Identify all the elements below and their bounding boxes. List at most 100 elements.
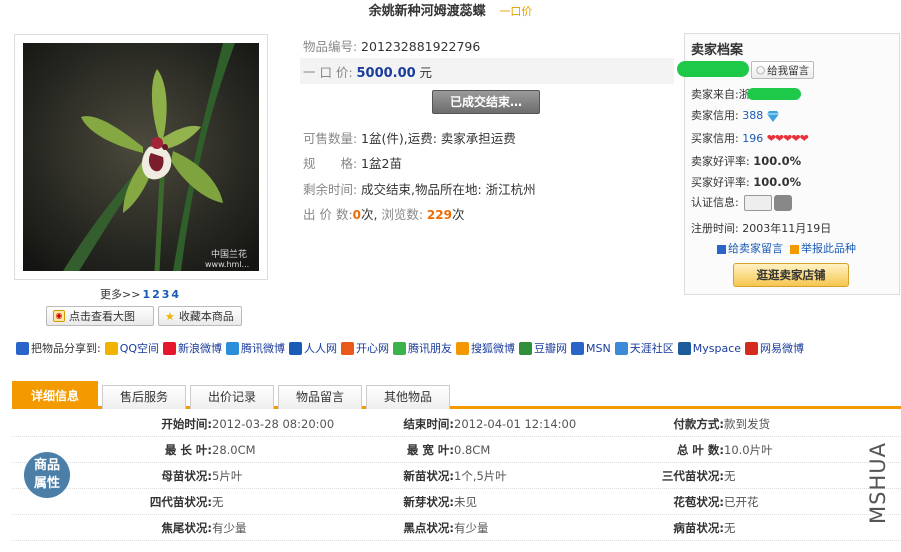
share-sohu-weibo[interactable]: 搜狐微博 — [456, 340, 515, 356]
buyer-credit-label: 买家信用: — [691, 132, 739, 145]
share-msn[interactable]: MSN — [571, 341, 611, 355]
view-large-image-button[interactable]: ◉ 点击查看大图 — [46, 306, 154, 326]
attr-cell: 结束时间:2012-04-01 12:14:00 — [362, 416, 576, 432]
auction-ended-button[interactable]: 已成交结束… — [432, 90, 540, 114]
id-card-icon[interactable] — [744, 195, 773, 211]
bids-label: 出 价 数: — [303, 207, 353, 222]
seller-profile-panel: 卖家档案 ○ 给我留言 卖家来自:浙江 卖家信用: 388 买家信用: 196 … — [677, 33, 900, 295]
diamond-icon — [766, 110, 779, 122]
seller-credit-label: 卖家信用: — [691, 109, 739, 122]
product-photo[interactable]: 中国兰花 www.hml... — [23, 43, 259, 271]
bids-count: 0 — [352, 208, 362, 222]
attr-cell: 开始时间:2012-03-28 08:20:00 — [112, 416, 334, 432]
share-netease-weibo[interactable]: 网易微博 — [745, 340, 804, 356]
attr-key: 黑点状况: — [403, 521, 454, 535]
share-sina-weibo[interactable]: 新浪微博 — [163, 340, 222, 356]
tab-details[interactable]: 详细信息 — [12, 381, 98, 409]
gallery-page-4[interactable]: 4 — [171, 288, 179, 301]
share-myspace-label: Myspace — [692, 341, 742, 355]
attr-key: 结束时间: — [403, 417, 454, 431]
msn-icon — [571, 341, 585, 355]
attr-cell: 母苗状况:5片叶 — [112, 468, 242, 484]
spec-label: 规 格: — [303, 156, 358, 171]
gallery-page-3[interactable]: 3 — [162, 288, 170, 301]
attr-value: 28.0CM — [212, 443, 256, 457]
tab-bid-history[interactable]: 出价记录 — [190, 385, 274, 409]
sina-weibo-icon — [163, 341, 177, 355]
buyer-credit-value[interactable]: 196 — [742, 132, 763, 145]
attr-value: 1个,5片叶 — [454, 469, 507, 483]
kaixin-icon — [341, 341, 355, 355]
share-qzone[interactable]: QQ空间 — [104, 340, 160, 356]
share-tianya[interactable]: 天涯社区 — [614, 340, 674, 356]
tab-other-items[interactable]: 其他物品 — [366, 385, 450, 409]
share-sohu-label: 搜狐微博 — [471, 342, 516, 355]
tab-after-sales[interactable]: 售后服务 — [102, 385, 186, 409]
share-msn-label: MSN — [586, 341, 611, 355]
buyer-rate-row: 买家好评率: 100.0% — [691, 174, 801, 190]
remaining-time-value: 成交结束,物品所在地: — [361, 182, 482, 197]
gallery-page-1[interactable]: 1 — [142, 288, 150, 301]
attr-cell: 最 长 叶:28.0CM — [112, 442, 256, 458]
share-tencent-label: 腾讯微博 — [241, 342, 286, 355]
price-type-tag: 一口价 — [499, 5, 533, 18]
attribute-table: 开始时间:2012-03-28 08:20:00 结束时间:2012-04-01… — [12, 411, 901, 552]
share-douban[interactable]: 豆瓣网 — [519, 340, 567, 356]
seller-credit-value[interactable]: 388 — [742, 109, 763, 122]
leave-message-button[interactable]: ○ 给我留言 — [751, 61, 815, 79]
certification-row: 认证信息: — [691, 194, 793, 211]
message-icon: ○ — [756, 64, 766, 76]
attr-cell: 焦尾状况:有少量 — [112, 520, 246, 536]
registration-row: 注册时间: 2003年11月19日 — [691, 220, 831, 236]
share-myspace[interactable]: Myspace — [677, 341, 742, 355]
product-image-frame[interactable]: 中国兰花 www.hml... — [14, 34, 268, 280]
tencent-friends-icon — [393, 341, 407, 355]
share-tencent-weibo[interactable]: 腾讯微博 — [226, 340, 285, 356]
badge-line1: 商品 — [33, 458, 60, 473]
remaining-time-row: 剩余时间: 成交结束,物品所在地: 浙江杭州 — [303, 179, 536, 198]
share-tianya-label: 天涯社区 — [629, 342, 674, 355]
price-row: 一 口 价: 5000.00 元 — [300, 58, 674, 84]
attr-key: 病苗状况: — [673, 521, 724, 535]
shipping-value: 卖家承担运费 — [440, 131, 516, 146]
attr-key: 四代苗状况: — [149, 495, 212, 509]
location-value: 浙江杭州 — [485, 182, 536, 197]
attr-cell: 病苗状况:无 — [632, 520, 736, 536]
share-label: 把物品分享到: — [31, 342, 101, 355]
camera-icon[interactable] — [774, 195, 793, 211]
attr-key: 花苞状况: — [673, 495, 724, 509]
share-renren-label: 人人网 — [304, 342, 338, 355]
share-tencent-friends[interactable]: 腾讯朋友 — [393, 340, 452, 356]
attr-value: 无 — [724, 469, 736, 483]
more-label: 更多>> — [100, 288, 141, 301]
tab-item-messages[interactable]: 物品留言 — [278, 385, 362, 409]
attr-cell: 总 叶 数:10.0片叶 — [632, 442, 773, 458]
attr-key: 最 宽 叶: — [406, 443, 454, 457]
message-seller-link[interactable]: 给卖家留言 — [728, 242, 783, 255]
attr-value: 无 — [724, 521, 736, 535]
attr-cell: 花苞状况:已开花 — [632, 494, 758, 510]
share-qzone-label: QQ空间 — [119, 342, 160, 355]
gallery-page-2[interactable]: 2 — [152, 288, 160, 301]
attr-key: 付款方式: — [673, 417, 724, 431]
gallery-pager: 更多>> 1 2 3 4 — [100, 286, 179, 302]
attr-key: 最 长 叶: — [164, 443, 212, 457]
buyer-rate-label: 买家好评率: — [691, 176, 750, 189]
share-renren[interactable]: 人人网 — [289, 340, 337, 356]
share-kaixin[interactable]: 开心网 — [341, 340, 389, 356]
seller-credit-row: 卖家信用: 388 — [691, 107, 779, 123]
attr-key: 焦尾状况: — [161, 521, 212, 535]
bids-row: 出 价 数:0次, 浏览数: 229次 — [303, 204, 464, 223]
report-item-link[interactable]: 举报此品种 — [801, 242, 856, 255]
share-friends-label: 腾讯朋友 — [408, 342, 453, 355]
attr-cell: 最 宽 叶:0.8CM — [362, 442, 490, 458]
seller-rate-row: 卖家好评率: 100.0% — [691, 153, 801, 169]
attr-key: 母苗状况: — [161, 469, 212, 483]
seller-links: 给卖家留言 举报此品种 — [717, 240, 856, 256]
renren-icon — [289, 341, 303, 355]
orchid-image: 中国兰花 www.hml... — [23, 43, 259, 271]
seller-from-label: 卖家来自: — [691, 88, 739, 101]
visit-shop-button[interactable]: 逛逛卖家店铺 — [733, 263, 849, 287]
views-unit: 次 — [451, 207, 465, 222]
favorite-item-button[interactable]: ★ 收藏本商品 — [158, 306, 242, 326]
